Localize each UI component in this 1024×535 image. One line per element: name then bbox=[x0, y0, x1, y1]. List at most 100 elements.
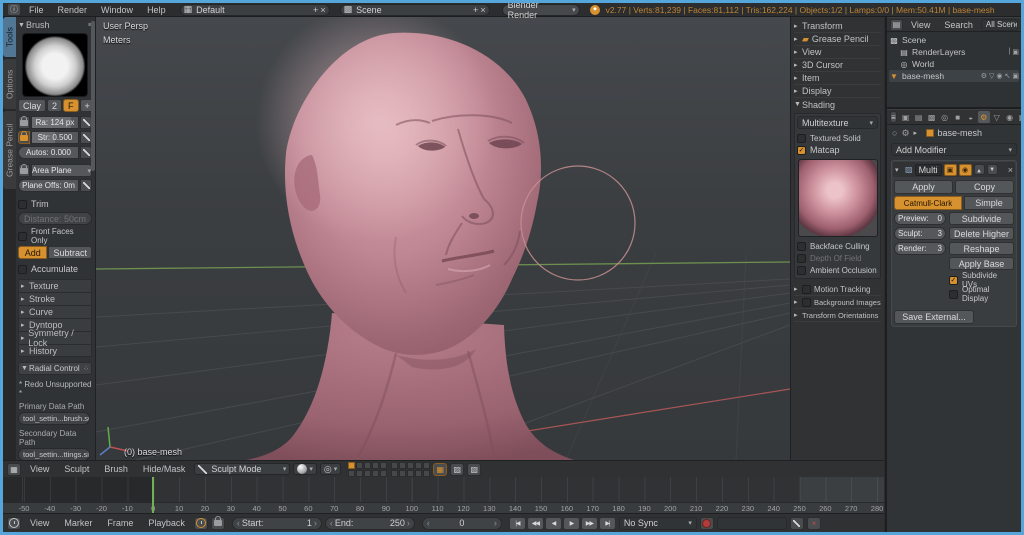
delete-modifier-button[interactable]: × bbox=[1008, 165, 1013, 175]
strength-slider[interactable]: Str: 0.500 bbox=[31, 131, 79, 144]
layer-cell[interactable] bbox=[423, 470, 430, 477]
fake-user-button[interactable]: F bbox=[63, 99, 79, 112]
visibility-toggle-icon[interactable]: ◉ bbox=[996, 72, 1002, 80]
panel-3d-cursor[interactable]: ▸3D Cursor bbox=[794, 59, 881, 72]
render-engine-selector[interactable]: Blender Render ▾ bbox=[502, 4, 580, 16]
layer-cell[interactable] bbox=[372, 470, 379, 477]
sync-mode-dropdown[interactable]: No Sync▾ bbox=[619, 517, 697, 530]
selectability-toggle-icon[interactable]: ↖ bbox=[1005, 72, 1011, 80]
layer-cell[interactable] bbox=[415, 470, 422, 477]
matcap-preview[interactable] bbox=[798, 159, 878, 237]
constraints-tab[interactable]: ◒ bbox=[965, 111, 977, 123]
lock-frame-button[interactable] bbox=[211, 517, 225, 530]
modifiers-tab[interactable]: ⚙ bbox=[978, 111, 990, 123]
brush-preview[interactable] bbox=[22, 33, 88, 97]
sculpt-plane-dropdown[interactable]: Area Plane▾ bbox=[31, 164, 92, 177]
transport-button[interactable]: ◀◀ bbox=[527, 517, 544, 530]
ambient-occlusion-checkbox[interactable] bbox=[797, 266, 806, 275]
pivot-point-selector[interactable]: ◎ ▾ bbox=[320, 463, 341, 475]
matcap-checkbox[interactable]: ✓ bbox=[797, 146, 806, 155]
increment-icon[interactable]: › bbox=[314, 518, 317, 528]
transport-button[interactable]: ▶▶ bbox=[581, 517, 598, 530]
menu-hide-mask[interactable]: Hide/Mask bbox=[137, 464, 192, 474]
delete-keyframe-button[interactable]: × bbox=[807, 517, 821, 530]
menu-file[interactable]: File bbox=[23, 5, 50, 15]
trim-checkbox[interactable] bbox=[18, 200, 27, 209]
outliner-row-renderlayers[interactable]: ▤ RenderLayers |▣ bbox=[889, 46, 1019, 58]
brush-users-button[interactable]: 2 bbox=[47, 99, 62, 112]
insert-keyframe-button[interactable] bbox=[790, 517, 804, 530]
layer-cell[interactable] bbox=[407, 462, 414, 469]
collapsed-panel[interactable]: ▸ Texture bbox=[18, 279, 92, 292]
collapsed-panel[interactable]: ▸ Stroke bbox=[18, 292, 92, 305]
panel-item[interactable]: ▸Item bbox=[794, 72, 881, 85]
save-external-button[interactable]: Save External... bbox=[894, 310, 974, 324]
menu-tl-marker[interactable]: Marker bbox=[58, 518, 98, 528]
sculpt-level-field[interactable]: Sculpt:3 bbox=[894, 227, 946, 240]
collapsed-panel[interactable]: ▸ Curve bbox=[18, 305, 92, 318]
subdivide-button[interactable]: Subdivide bbox=[949, 212, 1014, 225]
menu-outliner-view[interactable]: View bbox=[905, 20, 936, 30]
radius-unified-lock-button[interactable] bbox=[18, 116, 30, 129]
panel-display[interactable]: ▸Display bbox=[794, 85, 881, 98]
subtract-mode-button[interactable]: Subtract bbox=[48, 246, 92, 259]
strength-unified-lock-button[interactable] bbox=[18, 131, 30, 144]
viewport-visibility-toggle[interactable]: ◉ bbox=[959, 164, 972, 176]
render-preview-button[interactable]: ▧ bbox=[467, 463, 481, 476]
increment-icon[interactable]: › bbox=[407, 518, 410, 528]
end-frame-field[interactable]: ‹ End:250 › bbox=[325, 517, 415, 530]
preview-level-field[interactable]: Preview:0 bbox=[894, 212, 946, 225]
copy-button[interactable]: Copy bbox=[955, 180, 1014, 194]
modifier-name-field[interactable]: Multi bbox=[915, 164, 942, 176]
transport-button[interactable]: ▶| bbox=[599, 517, 616, 530]
layer-cell[interactable] bbox=[380, 470, 387, 477]
simple-button[interactable]: Simple bbox=[964, 196, 1014, 210]
layer-cell[interactable] bbox=[348, 470, 355, 477]
brush-name-button[interactable]: Clay bbox=[18, 99, 46, 112]
decrement-icon[interactable]: ‹ bbox=[427, 518, 430, 528]
layer-cell[interactable] bbox=[356, 462, 363, 469]
layer-cell[interactable] bbox=[380, 462, 387, 469]
apply-button[interactable]: Apply bbox=[894, 180, 953, 194]
toolshelf-scrollbar[interactable] bbox=[91, 21, 95, 171]
outliner-row-base-mesh[interactable]: ▼ base-mesh ⚙ ▽ ◉ ↖ ▣ bbox=[889, 70, 1019, 82]
screen-layout-selector[interactable]: ▦ Default + × bbox=[180, 4, 330, 16]
layer-cell[interactable] bbox=[391, 470, 398, 477]
menu-tl-frame[interactable]: Frame bbox=[101, 518, 139, 528]
editor-type-timeline-button[interactable] bbox=[7, 517, 21, 530]
add-mode-button[interactable]: Add bbox=[18, 246, 47, 259]
move-up-button[interactable]: ▼ bbox=[974, 164, 985, 175]
layer-cell[interactable] bbox=[407, 470, 414, 477]
layer-cell[interactable] bbox=[399, 470, 406, 477]
panel-motion-tracking[interactable]: ▸Motion Tracking bbox=[794, 283, 881, 296]
backface-culling-checkbox[interactable] bbox=[797, 242, 806, 251]
menu-render[interactable]: Render bbox=[52, 5, 94, 15]
layer-cell[interactable] bbox=[364, 470, 371, 477]
brush-panel-header[interactable]: ▼ Brush ≡ bbox=[18, 19, 92, 31]
start-frame-field[interactable]: ‹ Start:1 › bbox=[232, 517, 322, 530]
add-layout-button[interactable]: + bbox=[313, 5, 318, 15]
background-images-checkbox[interactable] bbox=[802, 298, 811, 307]
layer-cell[interactable] bbox=[372, 462, 379, 469]
tab-tools[interactable]: Tools bbox=[3, 17, 16, 57]
texture-tab[interactable]: ▦ bbox=[1017, 111, 1021, 123]
move-down-button[interactable]: ▼ bbox=[987, 164, 998, 175]
collapsed-panel[interactable]: ▸ Symmetry / Lock bbox=[18, 331, 92, 344]
apply-base-button[interactable]: Apply Base bbox=[949, 257, 1014, 270]
decrement-icon[interactable]: ‹ bbox=[330, 518, 333, 528]
menu-tl-view[interactable]: View bbox=[24, 518, 55, 528]
render-level-field[interactable]: Render:3 bbox=[894, 242, 946, 255]
transport-button[interactable]: ◀ bbox=[545, 517, 562, 530]
delete-layout-button[interactable]: × bbox=[320, 5, 325, 15]
menu-outliner-search[interactable]: Search bbox=[938, 20, 979, 30]
delete-scene-button[interactable]: × bbox=[480, 5, 485, 15]
scene-tab[interactable]: ▩ bbox=[926, 111, 938, 123]
catmull-clark-button[interactable]: Catmull-Clark bbox=[894, 196, 962, 210]
optimal-display-checkbox[interactable] bbox=[949, 290, 958, 299]
render-layers-tab[interactable]: ▤ bbox=[913, 111, 925, 123]
add-scene-button[interactable]: + bbox=[473, 5, 478, 15]
mode-selector[interactable]: Sculpt Mode ▾ bbox=[194, 463, 290, 475]
editor-type-outliner-button[interactable]: ▤ bbox=[890, 19, 903, 31]
timeline-playhead[interactable] bbox=[152, 477, 154, 513]
plane-offset-slider[interactable]: Plane Offs: 0m bbox=[18, 179, 79, 192]
